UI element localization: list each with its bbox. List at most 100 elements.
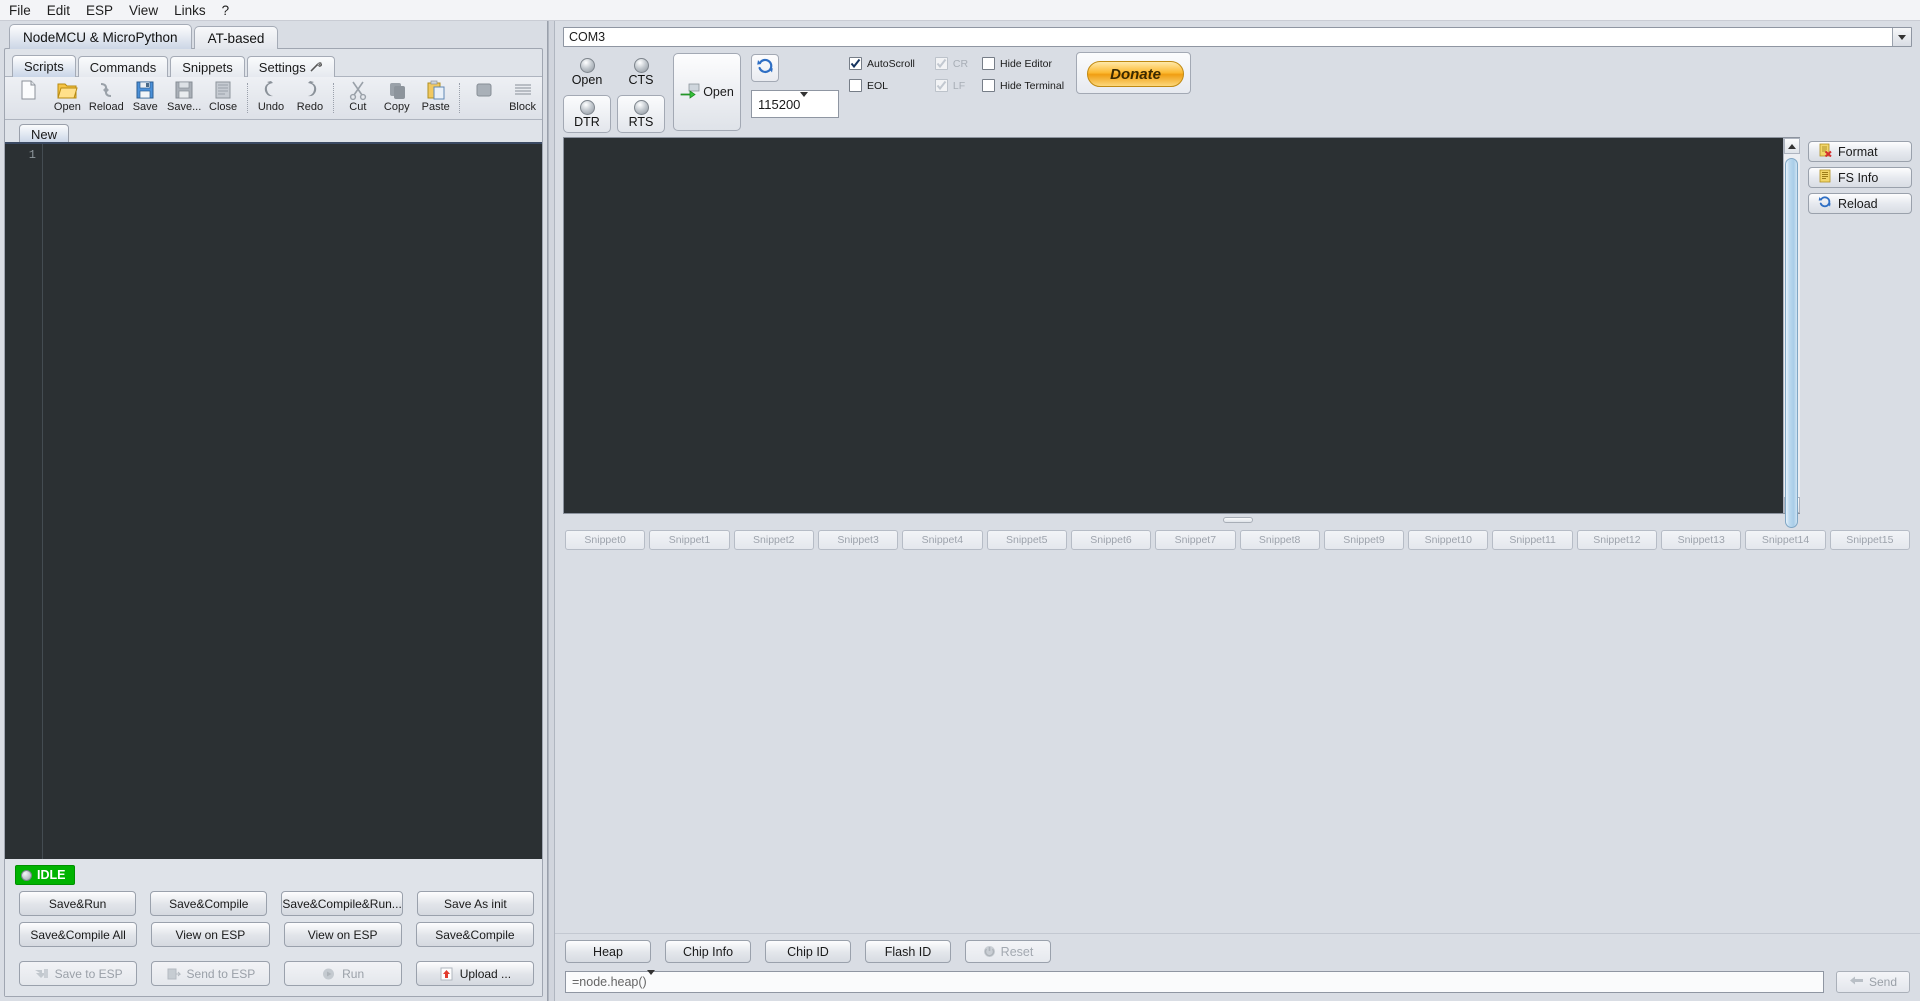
panel-splitter[interactable] <box>548 21 555 1001</box>
scrollbar-thumb[interactable] <box>1784 158 1798 528</box>
menu-item-esp[interactable]: ESP <box>85 3 114 18</box>
toolbar-open-button[interactable]: Open <box>48 77 87 119</box>
toolbar-undo-button[interactable]: Undo <box>252 77 291 119</box>
menu-item-help[interactable]: ? <box>221 3 231 18</box>
tab-commands[interactable]: Commands <box>77 56 169 77</box>
toolbar-cut-button[interactable]: Cut <box>338 77 377 119</box>
tab-nodemcu-micropython[interactable]: NodeMCU & MicroPython <box>9 24 192 49</box>
toolbar-block-comment-button[interactable] <box>464 77 503 119</box>
snippet-button-2[interactable]: Snippet2 <box>733 530 814 550</box>
baud-rate-select[interactable]: 115200 <box>751 90 839 118</box>
open-port-button[interactable]: Open <box>673 53 741 131</box>
send-to-esp-button[interactable]: Send to ESP <box>151 961 270 986</box>
tab-at-based[interactable]: AT-based <box>193 26 279 49</box>
menu-item-edit[interactable]: Edit <box>46 3 71 18</box>
save-compile-run-button[interactable]: Save&Compile&Run... <box>281 891 403 916</box>
new-file-icon <box>17 79 39 101</box>
lf-checkbox[interactable]: LF <box>934 79 968 92</box>
tab-settings[interactable]: Settings <box>246 56 335 77</box>
save-as-init-button[interactable]: Save As init <box>416 891 534 916</box>
save-to-esp-button[interactable]: Save to ESP <box>19 961 138 986</box>
hide-terminal-checkbox[interactable]: Hide Terminal <box>982 79 1064 92</box>
toolbar-reload-button[interactable]: Reload <box>87 77 126 119</box>
heap-button[interactable]: Heap <box>565 940 651 963</box>
save-and-compile-button[interactable]: Save&Compile <box>150 891 268 916</box>
reload-fs-button[interactable]: Reload <box>1808 193 1912 214</box>
terminal-scrollbar[interactable] <box>1783 138 1800 528</box>
reset-button[interactable]: Reset <box>965 940 1051 963</box>
menu-item-file[interactable]: File <box>8 3 32 18</box>
snippet-button-7[interactable]: Snippet7 <box>1155 530 1236 550</box>
terminal-output[interactable] <box>564 138 1783 513</box>
snippet-button-4[interactable]: Snippet4 <box>902 530 983 550</box>
fs-info-button[interactable]: FS Info <box>1808 167 1912 188</box>
snippet-button-3[interactable]: Snippet3 <box>817 530 899 550</box>
send-button[interactable]: Send <box>1836 971 1910 993</box>
snippet-button-13[interactable]: Snippet13 <box>1661 530 1742 550</box>
flash-id-button[interactable]: Flash ID <box>865 940 951 963</box>
resize-grip[interactable] <box>1222 517 1253 523</box>
upload-button[interactable]: Upload ... <box>415 961 534 986</box>
save-compile-button-2[interactable]: Save&Compile <box>415 922 534 947</box>
menu-item-view[interactable]: View <box>128 3 159 18</box>
snippet-button-1[interactable]: Snippet1 <box>649 530 730 550</box>
toolbar-save-as-button[interactable]: Save... <box>165 77 204 119</box>
toolbar-copy-button[interactable]: Copy <box>377 77 416 119</box>
eol-checkbox[interactable]: EOL <box>849 79 915 92</box>
cr-checkbox[interactable]: CR <box>934 57 968 70</box>
menu-item-links[interactable]: Links <box>173 3 207 18</box>
right-spacer <box>555 556 1920 933</box>
com-port-select[interactable]: COM3 <box>563 27 1912 47</box>
snippet-button-9[interactable]: Snippet9 <box>1323 530 1405 550</box>
toolbar-paste-button[interactable]: Paste <box>416 77 455 119</box>
donate-button[interactable]: Donate <box>1087 61 1185 87</box>
scroll-up-button[interactable] <box>1783 138 1800 154</box>
snippet-label: Snippet10 <box>1424 534 1472 546</box>
clipboard-paste-icon <box>425 79 447 101</box>
button-label: View on ESP <box>175 927 246 942</box>
toolbar-line-comment-button[interactable]: Block <box>503 77 542 119</box>
toolbar-redo-button[interactable]: Redo <box>290 77 329 119</box>
script-editor[interactable]: 1 <box>5 142 542 859</box>
tab-snippets[interactable]: Snippets <box>170 56 245 77</box>
chevron-down-icon[interactable] <box>800 91 817 112</box>
view-on-esp-button-1[interactable]: View on ESP <box>151 922 270 947</box>
refresh-ports-button[interactable] <box>751 54 779 82</box>
snippet-button-8[interactable]: Snippet8 <box>1239 530 1320 550</box>
file-tab-new[interactable]: New <box>19 124 70 143</box>
save-and-run-button[interactable]: Save&Run <box>19 891 137 916</box>
snippet-button-6[interactable]: Snippet6 <box>1070 530 1152 550</box>
button-label: Save&Run <box>48 896 107 911</box>
chevron-down-icon[interactable] <box>646 970 665 989</box>
chip-info-button[interactable]: Chip Info <box>665 940 751 963</box>
chevron-down-icon[interactable] <box>1892 28 1911 46</box>
toolbar-close-button[interactable]: Close <box>204 77 243 119</box>
format-button[interactable]: Format <box>1808 141 1912 162</box>
line-number: 1 <box>28 148 36 162</box>
rts-toggle-button[interactable]: RTS <box>617 95 665 133</box>
snippet-button-12[interactable]: Snippet12 <box>1576 530 1658 550</box>
run-button[interactable]: Run <box>283 961 402 986</box>
scrollbar-track[interactable] <box>1783 154 1800 528</box>
view-on-esp-button-2[interactable]: View on ESP <box>283 922 402 947</box>
snippet-button-5[interactable]: Snippet5 <box>986 530 1067 550</box>
snippet-button-14[interactable]: Snippet14 <box>1745 530 1826 550</box>
snippet-button-11[interactable]: Snippet11 <box>1492 530 1573 550</box>
editor-code-area[interactable] <box>43 144 542 859</box>
save-compile-all-button[interactable]: Save&Compile All <box>19 922 138 947</box>
hide-editor-checkbox[interactable]: Hide Editor <box>982 57 1064 70</box>
snippet-label: Snippet3 <box>837 534 879 546</box>
snippet-button-10[interactable]: Snippet10 <box>1408 530 1489 550</box>
dtr-toggle-button[interactable]: DTR <box>563 95 611 133</box>
snippet-button-15[interactable]: Snippet15 <box>1829 530 1910 550</box>
tab-scripts[interactable]: Scripts <box>12 55 76 77</box>
snippet-label: Snippet8 <box>1258 534 1301 546</box>
toolbar-save-button[interactable]: Save <box>126 77 165 119</box>
snippet-button-0[interactable]: Snippet0 <box>565 530 646 550</box>
snippet-label: Snippet4 <box>921 534 964 546</box>
autoscroll-checkbox[interactable]: AutoScroll <box>849 57 915 70</box>
toolbar-new-button[interactable] <box>9 77 48 119</box>
serial-terminal[interactable] <box>563 137 1800 528</box>
chip-id-button[interactable]: Chip ID <box>765 940 851 963</box>
command-input[interactable]: =node.heap() <box>565 970 1824 993</box>
